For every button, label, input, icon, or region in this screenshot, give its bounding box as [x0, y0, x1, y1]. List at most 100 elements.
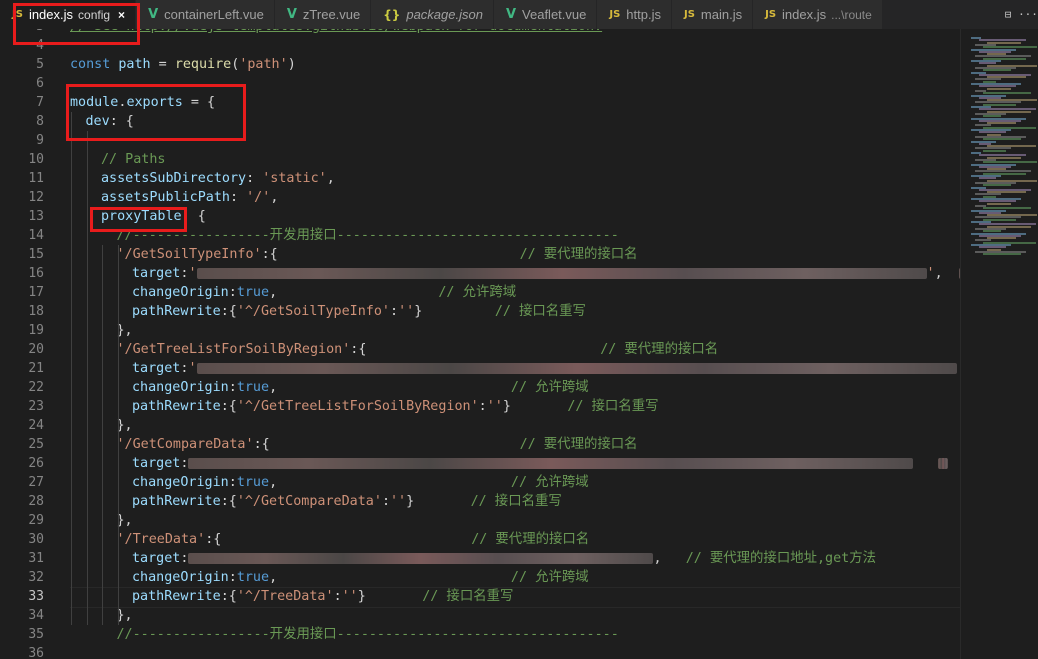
code-token: , — [269, 285, 278, 300]
js-file-icon: JS — [683, 9, 695, 20]
line-number: 11 — [28, 171, 44, 186]
code-token: target — [132, 361, 181, 376]
indent-guide — [102, 245, 103, 625]
indent-guide — [71, 112, 72, 625]
tab-containerleft-vue[interactable]: VcontainerLeft.vue — [136, 0, 275, 29]
code-line[interactable]: 36 — [0, 644, 960, 659]
vue-file-icon: V — [148, 7, 159, 22]
code-line[interactable]: 12 assetsPublicPath: '/', — [0, 188, 960, 207]
code-token: : — [381, 494, 390, 509]
indent-guide — [87, 131, 88, 625]
code-line[interactable]: 10 // Paths — [0, 150, 960, 169]
code-line[interactable]: 16 target:' ', — [0, 264, 960, 283]
tab-veaflet-vue[interactable]: V Veaflet.vue — [493, 0, 598, 29]
code-token: true — [236, 380, 270, 395]
code-token: : — [333, 589, 342, 604]
code-token: pathRewrite — [132, 589, 221, 604]
code-token: // Paths — [101, 152, 166, 167]
tab-label: zTree.vue — [302, 7, 361, 22]
code-text: changeOrigin:true, // 允许跨域 — [132, 568, 589, 587]
tab-label: index.js — [782, 7, 827, 22]
line-number: 26 — [28, 456, 44, 471]
split-editor-icon[interactable]: ⊟ — [998, 0, 1018, 29]
code-line[interactable]: 21 target:' — [0, 359, 960, 378]
code-token: // 允许跨域 — [510, 570, 589, 585]
code-token: const — [70, 57, 119, 72]
line-number: 19 — [28, 323, 44, 338]
line-number: 15 — [28, 247, 44, 262]
code-token: :{ — [220, 399, 237, 414]
code-line[interactable]: 23 pathRewrite:{'^/GetTreeListForSoilByRe… — [0, 397, 960, 416]
code-line[interactable]: 3// See http://vuejs-templates.github.io… — [0, 29, 960, 36]
code-token: // 允许跨域 — [510, 475, 589, 490]
line-number: 13 — [28, 209, 44, 224]
code-line[interactable]: 29}, — [0, 511, 960, 530]
line-number: 21 — [28, 361, 44, 376]
tab-label: http.js — [626, 7, 661, 22]
code-line[interactable]: 4 — [0, 36, 960, 55]
code-line[interactable]: 20 '/GetTreeListForSoilByRegion':{ // 要代理… — [0, 340, 960, 359]
code-line[interactable]: 28 pathRewrite:{'^/GetCompareData':''} //… — [0, 492, 960, 511]
code-line[interactable]: 35 //-----------------开发用接口--------------… — [0, 625, 960, 644]
minimap-line — [983, 253, 1021, 256]
code-text: pathRewrite:{'^/GetTreeListForSoilByRegi… — [132, 397, 659, 416]
tab-label: Veaflet.vue — [522, 7, 587, 22]
code-token: : — [246, 171, 263, 186]
code-line[interactable]: 32 changeOrigin:true, // 允许跨域 — [0, 568, 960, 587]
tab-ztree-vue[interactable]: VzTree.vue — [274, 0, 372, 29]
code-token: '' — [390, 494, 407, 509]
code-line[interactable]: 25 '/GetCompareData':{ // 要代理的接口名 — [0, 435, 960, 454]
minimap-line — [983, 184, 1011, 187]
code-line[interactable]: 24}, — [0, 416, 960, 435]
js-file-icon: JS — [609, 9, 621, 20]
code-token: } — [406, 494, 415, 509]
code-line[interactable]: 31 target:, // 要代理的接口地址,get方法 — [0, 549, 960, 568]
code-line[interactable]: 30 '/TreeData':{ // 要代理的接口名 — [0, 530, 960, 549]
vue-file-icon: V — [286, 7, 297, 22]
code-token: } — [357, 589, 366, 604]
annotation-box-module-exports — [66, 84, 246, 141]
code-token: : — [478, 399, 487, 414]
code-token: true — [236, 570, 270, 585]
code-line[interactable]: 5 const path = require('path') — [0, 55, 960, 74]
tab-package-json[interactable]: {} package.json — [371, 0, 494, 29]
code-line[interactable]: 26 target: — [0, 454, 960, 473]
code-line[interactable]: 34}, — [0, 606, 960, 625]
code-line[interactable]: 11 assetsSubDirectory: 'static', — [0, 169, 960, 188]
code-text: pathRewrite:{'^/GetSoilTypeInfo':''} // … — [132, 302, 586, 321]
code-token: '/GetCompareData' — [116, 437, 254, 452]
more-actions-icon[interactable]: ··· — [1018, 0, 1038, 29]
code-token: target — [132, 551, 181, 566]
code-line[interactable]: 33 pathRewrite:{'^/TreeData':''} // 接口名重写 — [0, 587, 960, 606]
code-line[interactable]: 22 changeOrigin:true, // 允许跨域 — [0, 378, 960, 397]
code-line[interactable]: 15 '/GetSoilTypeInfo':{ // 要代理的接口名 — [0, 245, 960, 264]
line-number: 31 — [28, 551, 44, 566]
tab-label: containerLeft.vue — [164, 7, 264, 22]
code-token: , — [270, 190, 279, 205]
code-text: target:, // 要代理的接口地址,get方法 — [132, 549, 876, 568]
code-token: : — [180, 456, 189, 471]
code-line[interactable]: 17 changeOrigin:true, // 允许跨域 — [0, 283, 960, 302]
code-token: changeOrigin — [132, 285, 229, 300]
tab-main-js[interactable]: JS main.js — [671, 0, 754, 29]
code-token: // 接口名重写 — [567, 399, 659, 414]
code-token: assetsSubDirectory — [101, 171, 247, 186]
code-line[interactable]: 19}, — [0, 321, 960, 340]
redacted-url-blur — [196, 267, 927, 279]
code-token: 'static' — [262, 171, 327, 186]
code-line[interactable]: 18 pathRewrite:{'^/GetSoilTypeInfo':''} /… — [0, 302, 960, 321]
minimap[interactable] — [960, 29, 1038, 659]
tab-http-js[interactable]: JS http.js — [597, 0, 672, 29]
tab-index-js-route[interactable]: JS index.js ...\route — [753, 0, 883, 29]
code-token: , — [653, 551, 686, 566]
redacted-url-blur — [188, 552, 654, 564]
code-token: '' — [398, 304, 415, 319]
code-line[interactable]: 27 changeOrigin:true, // 允许跨域 — [0, 473, 960, 492]
